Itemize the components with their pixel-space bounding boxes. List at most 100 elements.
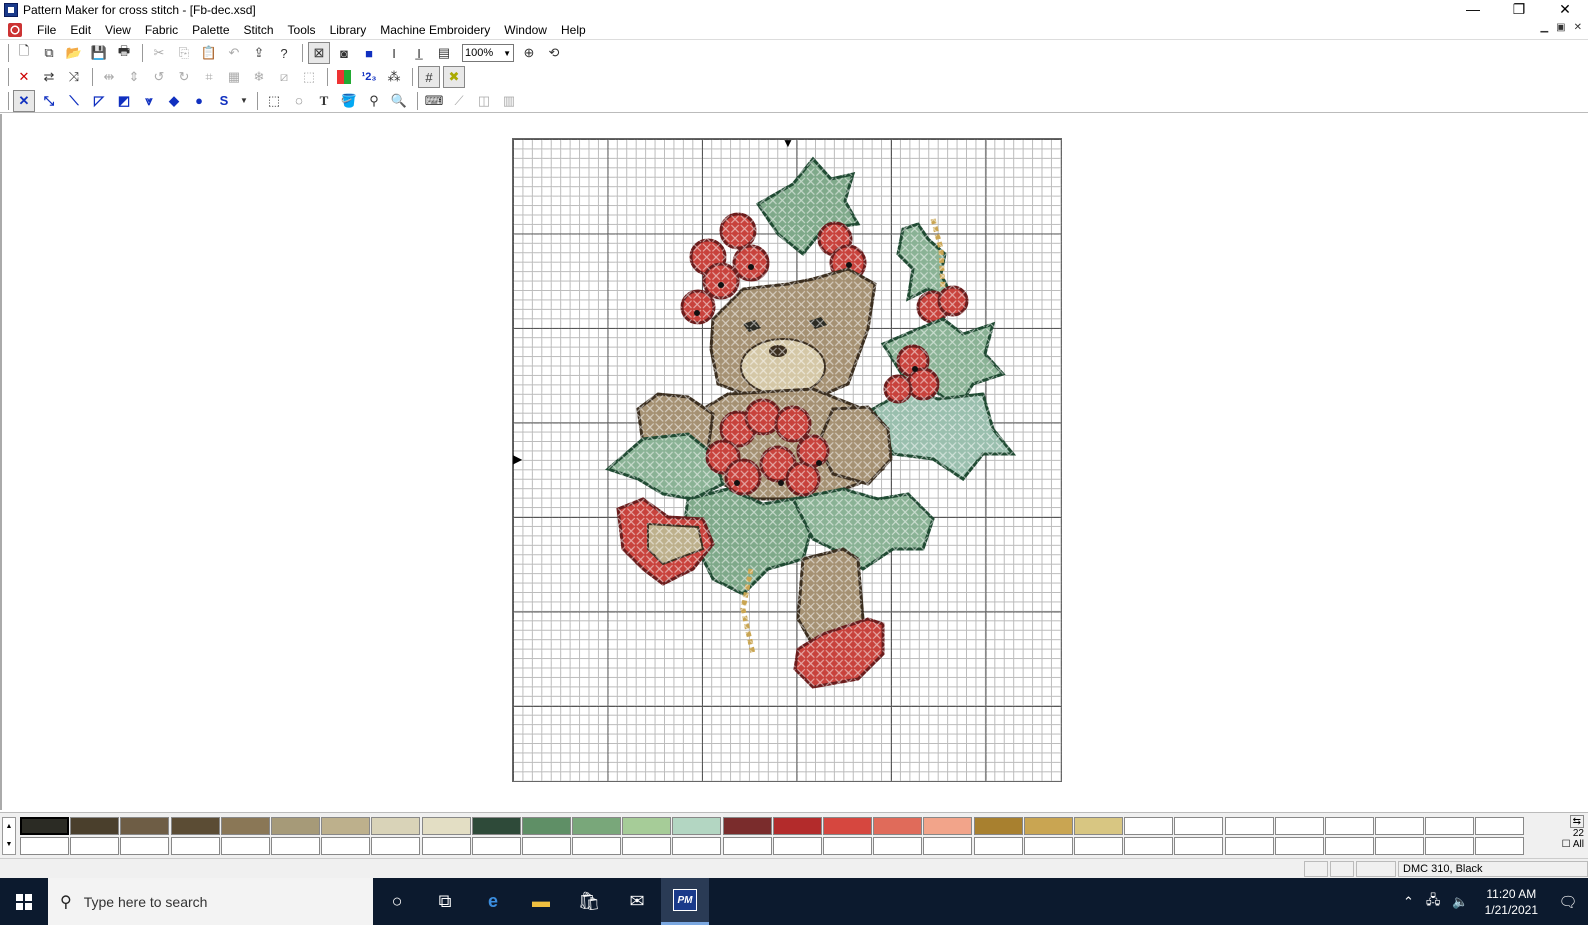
palette-swatch-empty[interactable] <box>772 837 822 855</box>
cross-stitch-toggle-icon[interactable]: ✖ <box>443 66 465 88</box>
palette-swatch[interactable] <box>1224 817 1274 835</box>
palette-swatch[interactable] <box>722 817 772 835</box>
palette-swatch[interactable] <box>622 817 672 835</box>
palette-swatch-empty[interactable] <box>923 837 973 855</box>
palette-swatch[interactable] <box>823 817 872 835</box>
clock[interactable]: 11:20 AM 1/21/2021 <box>1485 886 1538 918</box>
mail-icon[interactable]: ✉ <box>613 878 661 925</box>
color-block-view-icon[interactable]: ■ <box>358 42 380 64</box>
mirror-icon[interactable]: ⌗ <box>198 66 220 88</box>
menu-palette[interactable]: Palette <box>185 20 236 40</box>
flip-vertical-icon[interactable]: ⇕ <box>123 66 145 88</box>
palette-swatch[interactable] <box>170 817 220 835</box>
palette-swatch-empty[interactable] <box>1073 837 1123 855</box>
chevron-down-icon[interactable]: ▼ <box>238 90 250 112</box>
toolbar-grip[interactable] <box>6 68 9 86</box>
palette-swatch-empty[interactable] <box>421 837 471 855</box>
menu-stitch[interactable]: Stitch <box>237 20 281 40</box>
palette-swatch-empty[interactable] <box>823 837 872 855</box>
palette-swatch[interactable] <box>421 817 471 835</box>
chevron-up-icon[interactable]: ⌃ <box>1403 894 1414 910</box>
cortana-icon[interactable]: ○ <box>373 878 421 925</box>
menu-view[interactable]: View <box>98 20 138 40</box>
import-icon[interactable]: ⇪ <box>248 42 270 64</box>
print-icon[interactable]: 🖶 <box>113 42 135 64</box>
layers-icon[interactable]: ▥ <box>498 90 520 112</box>
full-stitch-icon[interactable]: ✕ <box>13 89 35 112</box>
symbol-view-icon[interactable]: ◙ <box>333 42 355 64</box>
toolbar-grip[interactable] <box>6 44 9 62</box>
close-button[interactable]: ✕ <box>1542 0 1588 20</box>
palette-swatch[interactable] <box>1425 817 1475 835</box>
palette-swatch-empty[interactable] <box>1174 837 1224 855</box>
palette-swatch[interactable] <box>120 817 170 835</box>
quarter-stitch-icon[interactable]: ⤡ <box>38 90 60 112</box>
pattern-maker-taskbar-icon[interactable]: PM <box>661 878 709 925</box>
palette-swatch[interactable] <box>270 817 320 835</box>
long-stitch-icon[interactable]: ⩔ <box>138 90 160 112</box>
menu-fabric[interactable]: Fabric <box>138 20 185 40</box>
palette-swatch[interactable] <box>220 817 270 835</box>
keyboard-icon[interactable]: ⌨ <box>423 90 445 112</box>
menu-help[interactable]: Help <box>554 20 593 40</box>
palette-swatch[interactable] <box>521 817 571 835</box>
palette-swatch-empty[interactable] <box>1274 837 1324 855</box>
paste-icon[interactable]: 📋 <box>198 42 220 64</box>
replace-color-icon[interactable]: ⤨ <box>63 66 85 88</box>
palette-swatch[interactable] <box>772 817 822 835</box>
new-from-template-icon[interactable]: ⧉ <box>38 42 60 64</box>
zoom-reset-icon[interactable]: ⟲ <box>543 42 565 64</box>
palette-swatch-empty[interactable] <box>1324 837 1374 855</box>
palette-swatch-empty[interactable] <box>20 837 69 855</box>
snowflake-icon[interactable]: ❄ <box>248 66 270 88</box>
document-icon[interactable] <box>8 22 22 37</box>
palette-swatch[interactable] <box>471 817 521 835</box>
palette-swatch-empty[interactable] <box>722 837 772 855</box>
palette-scroll-arrows-icon[interactable]: ⇆ <box>1569 815 1584 828</box>
flip-horizontal-icon[interactable]: ⇹ <box>98 66 120 88</box>
palette-swatch-empty[interactable] <box>973 837 1023 855</box>
diagonal-icon[interactable]: ⧄ <box>273 66 295 88</box>
mdi-restore-icon[interactable]: ▣ <box>1556 22 1565 33</box>
french-knot-icon[interactable]: ◆ <box>163 90 185 112</box>
backstitch-icon[interactable]: ◩ <box>113 90 135 112</box>
volume-icon[interactable]: 🔈 <box>1452 894 1468 910</box>
palette-swatch[interactable] <box>672 817 722 835</box>
palette-swatch[interactable] <box>923 817 973 835</box>
stitch-view-icon[interactable]: ⊠ <box>308 42 330 64</box>
palette-swatch[interactable] <box>973 817 1023 835</box>
palette-swatch-empty[interactable] <box>672 837 722 855</box>
menu-edit[interactable]: Edit <box>63 20 98 40</box>
palette-swatch-empty[interactable] <box>371 837 421 855</box>
taskbar-search[interactable]: ⚲ Type here to search <box>48 878 373 925</box>
palette-swatch-empty[interactable] <box>70 837 120 855</box>
all-checkbox[interactable]: ☐ All <box>1562 839 1584 850</box>
palette-swatch[interactable] <box>1174 817 1224 835</box>
palette-swatch-empty[interactable] <box>873 837 923 855</box>
selection-area-icon[interactable]: ⬚ <box>298 66 320 88</box>
palette-swatch-empty[interactable] <box>1475 837 1525 855</box>
palette-scrollbar[interactable]: ▲ ▼ <box>2 817 16 855</box>
palette-swatch-empty[interactable] <box>220 837 270 855</box>
palette-swatch-empty[interactable] <box>521 837 571 855</box>
store-icon[interactable]: 🛍 <box>565 878 613 925</box>
task-view-icon[interactable]: ⧉ <box>421 878 469 925</box>
palette-swatch-empty[interactable] <box>321 837 371 855</box>
save-icon[interactable]: 💾 <box>88 42 110 64</box>
palette-swatch[interactable] <box>20 817 69 835</box>
text-tool-icon[interactable]: T <box>313 90 335 112</box>
zoom-tool-icon[interactable]: 🔍 <box>388 90 410 112</box>
text-cursor-icon[interactable]: I <box>383 42 405 64</box>
help-icon[interactable]: ? <box>273 42 295 64</box>
half-stitch-icon[interactable]: ⟍ <box>63 90 85 112</box>
page-view-icon[interactable]: ▤ <box>433 42 455 64</box>
delete-icon[interactable]: ✕ <box>13 66 35 88</box>
rectangle-select-icon[interactable]: ⬚ <box>263 90 285 112</box>
eyedropper-icon[interactable]: ⚲ <box>363 90 385 112</box>
measure-icon[interactable]: ⟋ <box>448 90 470 112</box>
palette-swatch[interactable] <box>1023 817 1073 835</box>
palette-swatch-empty[interactable] <box>622 837 672 855</box>
palette-grid-icon[interactable] <box>337 70 351 84</box>
new-file-icon[interactable]: 🗋 <box>13 42 35 64</box>
restore-button[interactable]: ❐ <box>1496 0 1542 20</box>
